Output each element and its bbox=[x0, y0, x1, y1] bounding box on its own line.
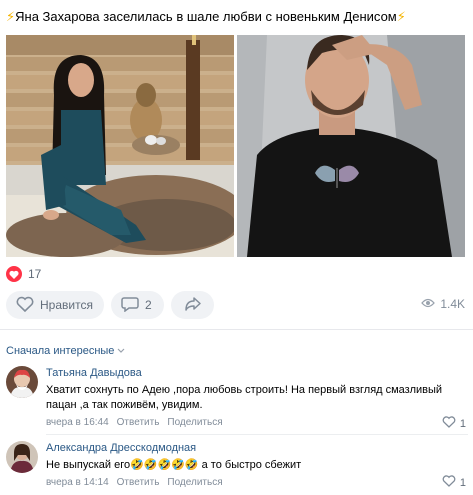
comment-like-button[interactable]: 1 bbox=[442, 475, 466, 490]
comment-author-link[interactable]: Татьяна Давыдова bbox=[46, 366, 468, 380]
like-label: Нравится bbox=[40, 298, 93, 312]
man-in-black-tshirt-photo[interactable] bbox=[237, 35, 465, 257]
comment-bubble-icon bbox=[121, 296, 139, 315]
lightning-emoji-icon: ⚡ bbox=[6, 9, 16, 24]
views-count: 1.4K bbox=[440, 297, 465, 311]
heart-outline-icon bbox=[16, 296, 34, 315]
chevron-down-icon bbox=[117, 345, 125, 357]
comment-text: Не выпускай его🤣🤣🤣🤣🤣 а то быстро сбежит bbox=[46, 458, 468, 473]
share-arrow-icon bbox=[184, 296, 202, 315]
sort-label: Сначала интересные bbox=[6, 345, 115, 357]
divider bbox=[0, 329, 473, 330]
heart-icon bbox=[6, 266, 22, 282]
comment-time[interactable]: вчера в 16:44 bbox=[46, 417, 109, 428]
reactions-summary[interactable]: 17 bbox=[6, 265, 41, 283]
heart-outline-icon bbox=[442, 416, 456, 431]
avatar[interactable] bbox=[6, 441, 38, 473]
comment-like-button[interactable]: 1 bbox=[442, 416, 466, 431]
post-title: ⚡Яна Захарова заселилась в шале любви с … bbox=[6, 8, 468, 26]
comment-like-count: 1 bbox=[459, 417, 466, 430]
comment-like-count: 1 bbox=[459, 476, 466, 489]
comment-button[interactable]: 2 bbox=[111, 291, 164, 319]
comments-sort-dropdown[interactable]: Сначала интересные bbox=[6, 345, 125, 357]
eye-icon bbox=[421, 297, 436, 311]
rofl-emoji-icon: 🤣🤣🤣🤣🤣 bbox=[130, 459, 199, 471]
views-counter: 1.4K bbox=[421, 297, 465, 311]
comment-divider bbox=[46, 434, 468, 435]
like-button[interactable]: Нравится bbox=[6, 291, 104, 319]
heart-outline-icon bbox=[442, 475, 456, 490]
lightning-emoji-icon: ⚡ bbox=[396, 9, 406, 24]
avatar[interactable] bbox=[6, 366, 38, 398]
reactions-count: 17 bbox=[28, 267, 42, 281]
share-link[interactable]: Поделиться bbox=[167, 477, 222, 488]
comment-text-start: Не выпускай его bbox=[46, 459, 131, 471]
post-title-text: Яна Захарова заселилась в шале любви с н… bbox=[15, 9, 397, 24]
reply-link[interactable]: Ответить bbox=[117, 417, 160, 428]
comment-time[interactable]: вчера в 14:14 bbox=[46, 477, 109, 488]
comment-author-link[interactable]: Александра Дресскодмодная bbox=[46, 441, 468, 455]
reply-link[interactable]: Ответить bbox=[117, 477, 160, 488]
comment-text-end: а то быстро сбежит bbox=[198, 459, 302, 471]
comment-text: Хватит сохнуть по Адею ,пора любовь стро… bbox=[46, 384, 443, 411]
share-button[interactable] bbox=[171, 291, 214, 319]
woman-in-chalet-photo[interactable] bbox=[6, 35, 234, 257]
comment-count: 2 bbox=[145, 298, 152, 312]
share-link[interactable]: Поделиться bbox=[167, 417, 222, 428]
